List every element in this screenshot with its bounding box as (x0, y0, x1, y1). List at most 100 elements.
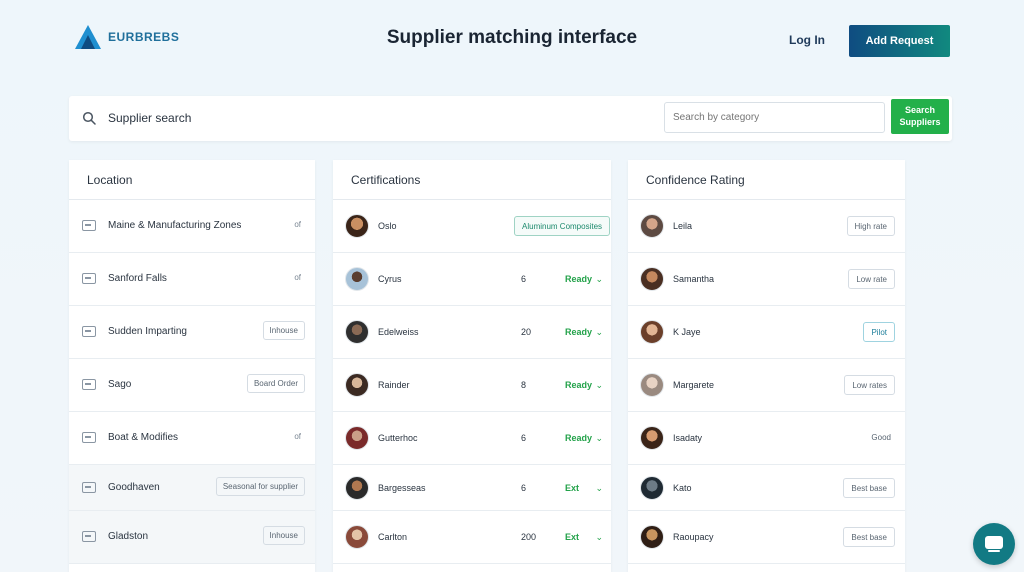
status-badge: Ext (565, 483, 580, 493)
building-icon (82, 220, 96, 231)
rating-row[interactable]: Raoupacy Best base (628, 511, 905, 564)
search-icon (82, 111, 96, 125)
rating-row[interactable]: Kato Best base (628, 465, 905, 511)
avatar (345, 373, 369, 397)
location-row[interactable]: Gladston Inhouse (69, 511, 315, 564)
chevron-down-icon[interactable]: ⌄ (595, 327, 603, 338)
supplier-name: Cyrus (378, 274, 402, 284)
rater-name: Isadaty (673, 433, 703, 443)
certifications-panel: Certifications Oslo Aluminum Composites … (333, 160, 611, 572)
chevron-down-icon[interactable]: ⌄ (595, 483, 603, 494)
rater-name: Leila (673, 221, 693, 231)
building-icon (82, 273, 96, 284)
supplier-row[interactable]: Gutterhoc 6 Ready ⌄ (333, 412, 611, 465)
certification-badge[interactable]: Aluminum Composites (514, 216, 611, 236)
location-row[interactable]: Sanford Falls of (69, 253, 315, 306)
supplier-name: Rainder (378, 380, 410, 390)
rater-name: Samantha (673, 274, 715, 284)
confidence-panel-title: Confidence Rating (628, 160, 905, 200)
supplier-name: Bargesseas (378, 483, 426, 493)
add-request-button[interactable]: Add Request (849, 25, 950, 57)
supplier-count: 20 (521, 327, 532, 337)
rating-tag[interactable]: High rate (846, 216, 895, 236)
avatar (640, 373, 664, 397)
avatar (345, 426, 369, 450)
rating-tag[interactable]: Low rates (844, 375, 895, 395)
rating-tag[interactable]: Best base (843, 527, 895, 547)
rating-tag[interactable]: Low rate (848, 269, 895, 289)
chevron-down-icon[interactable]: ⌄ (595, 433, 603, 444)
supplier-row[interactable]: Rainder 8 Ready ⌄ (333, 359, 611, 412)
chevron-down-icon[interactable]: ⌄ (595, 532, 603, 543)
location-row[interactable]: Maine & Manufacturing Zones of (69, 200, 315, 253)
building-icon (82, 531, 96, 542)
avatar (345, 267, 369, 291)
rating-row[interactable]: Leila High rate (628, 200, 905, 253)
supplier-row[interactable]: Cyrus 6 Ready ⌄ (333, 253, 611, 306)
supplier-count: 8 (521, 380, 527, 390)
chevron-down-icon[interactable]: ⌄ (595, 274, 603, 285)
avatar (345, 525, 369, 549)
rating-tag[interactable]: Best base (843, 478, 895, 498)
avatar (640, 476, 664, 500)
chat-button[interactable] (973, 523, 1015, 565)
avatar (640, 214, 664, 238)
location-tag[interactable]: Inhouse (262, 526, 305, 545)
supplier-name: Gutterhoc (378, 433, 418, 443)
supplier-name: Oslo (378, 221, 397, 231)
supplier-row[interactable]: Oslo Aluminum Composites (333, 200, 611, 253)
location-label: Boat & Modifies (108, 432, 179, 443)
supplier-name: Carlton (378, 532, 408, 542)
supplier-count: 200 (521, 532, 537, 542)
location-tag[interactable]: Inhouse (262, 321, 305, 340)
rating-tag: Good (871, 433, 891, 442)
avatar (640, 525, 664, 549)
building-icon (82, 326, 96, 337)
status-badge: Ready (565, 327, 593, 337)
status-badge: Ext (565, 532, 580, 542)
chevron-down-icon[interactable]: ⌄ (595, 380, 603, 391)
location-row[interactable]: Sago Board Order (69, 359, 315, 412)
building-icon (82, 482, 96, 493)
location-panel-title: Location (69, 160, 315, 200)
location-row[interactable]: Sudden Imparting Inhouse (69, 306, 315, 359)
rating-row[interactable]: K Jaye Pilot (628, 306, 905, 359)
top-header: EURBREBS Supplier matching interface Log… (0, 0, 1024, 80)
location-label: Sanford Falls (108, 273, 167, 284)
supplier-name: Edelweiss (378, 327, 419, 337)
rating-row[interactable]: Isadaty Good (628, 412, 905, 465)
avatar (345, 320, 369, 344)
location-panel: Location Maine & Manufacturing Zones of … (69, 160, 315, 572)
rater-name: Kato (673, 483, 692, 493)
supplier-count: 6 (521, 274, 527, 284)
category-filter-input[interactable] (664, 102, 885, 133)
certifications-panel-title: Certifications (333, 160, 611, 200)
location-label: Maine & Manufacturing Zones (108, 220, 242, 231)
chat-icon (985, 536, 1003, 552)
rating-row[interactable]: Samantha Low rate (628, 253, 905, 306)
avatar (640, 426, 664, 450)
status-badge: Ready (565, 433, 593, 443)
search-suppliers-button[interactable]: Search Suppliers (891, 99, 949, 134)
supplier-row[interactable]: Carlton 200 Ext ⌄ (333, 511, 611, 564)
search-label[interactable]: Supplier search (108, 111, 191, 125)
confidence-rating-panel: Confidence Rating Leila High rate Samant… (628, 160, 905, 572)
location-row[interactable]: Boat & Modifies of (69, 412, 315, 465)
location-mark: of (294, 273, 301, 282)
status-badge: Ready (565, 380, 593, 390)
rating-row[interactable]: Margarete Low rates (628, 359, 905, 412)
location-tag[interactable]: Board Order (246, 374, 305, 393)
supplier-count: 6 (521, 483, 527, 493)
rater-name: K Jaye (673, 327, 701, 337)
location-label: Goodhaven (108, 482, 160, 493)
avatar (345, 214, 369, 238)
location-tag[interactable]: Seasonal for supplier (215, 477, 305, 496)
avatar (345, 476, 369, 500)
supplier-row[interactable]: Bargesseas 6 Ext ⌄ (333, 465, 611, 511)
building-icon (82, 432, 96, 443)
rating-tag[interactable]: Pilot (863, 322, 895, 342)
login-link[interactable]: Log In (789, 33, 825, 47)
supplier-count: 6 (521, 433, 527, 443)
supplier-row[interactable]: Edelweiss 20 Ready ⌄ (333, 306, 611, 359)
location-row[interactable]: Goodhaven Seasonal for supplier (69, 465, 315, 511)
